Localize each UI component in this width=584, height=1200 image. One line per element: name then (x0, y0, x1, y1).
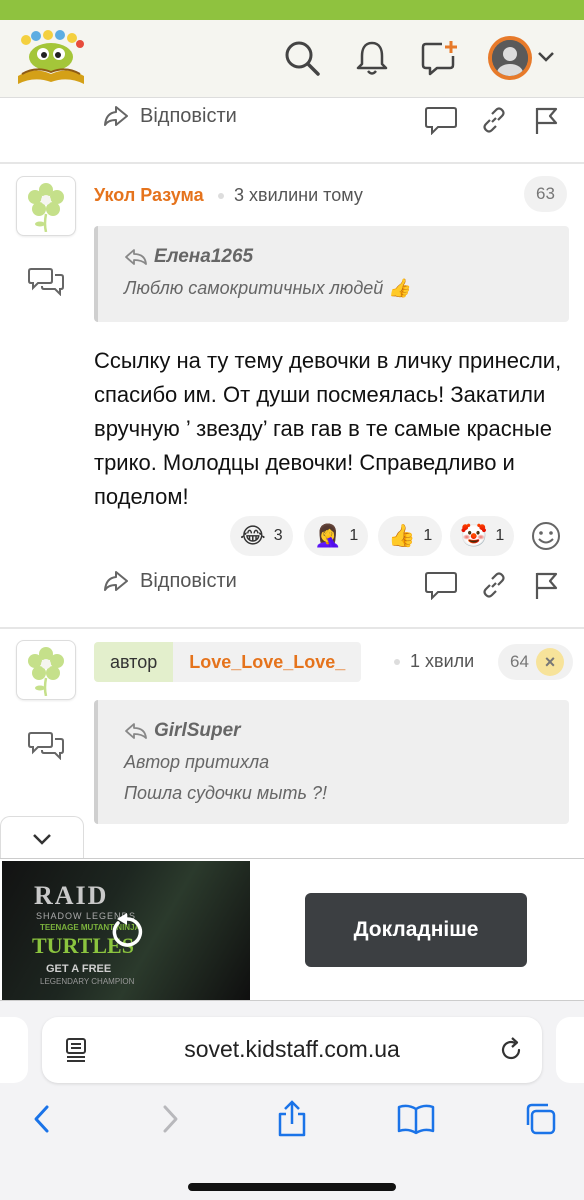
site-header (0, 20, 584, 98)
quote-author-line: Елена1265 (124, 246, 569, 268)
reload-icon[interactable] (498, 1037, 524, 1063)
ad-title: RAID (34, 881, 109, 910)
quote-text: Люблю самокритичных людей 👍 (124, 278, 411, 298)
reaction-count: 1 (495, 527, 505, 544)
ad-offer-sub: LEGENDARY CHAMPION (40, 977, 135, 986)
reply-arrow-icon (104, 571, 128, 591)
close-icon[interactable]: × (536, 648, 564, 676)
separator-dot (218, 193, 224, 199)
ad-banner: RAID SHADOW LEGENDS TEENAGE MUTANT NINJA… (0, 858, 584, 1001)
quote-author[interactable]: GirlSuper (154, 720, 241, 742)
comment-author[interactable]: Love_Love_Love_ (173, 642, 362, 682)
browser-toolbar: sovet.kidstaff.com.ua (0, 1001, 584, 1200)
address-bar[interactable]: sovet.kidstaff.com.ua (42, 1017, 542, 1083)
thumbs-up-emoji: 👍 (388, 523, 416, 548)
reaction-count: 1 (423, 527, 433, 544)
next-tab-card[interactable] (556, 1017, 584, 1083)
comment-body: Ссылку на ту тему девочки в личку принес… (94, 348, 562, 509)
comment-time: 3 хвилини тому (234, 185, 363, 205)
add-reaction-icon[interactable] (530, 520, 562, 552)
previous-tab-card[interactable] (0, 1017, 28, 1083)
quote-author[interactable]: Елена1265 (154, 246, 253, 268)
clown-emoji: 🤡 (460, 523, 488, 548)
quote-author-line: GirlSuper (124, 720, 569, 742)
comment-author[interactable]: Укол Разума (94, 185, 204, 206)
comment-time: 1 хвили (410, 651, 475, 671)
ad-video[interactable]: RAID SHADOW LEGENDS TEENAGE MUTANT NINJA… (2, 861, 250, 1000)
separator-dot (394, 659, 400, 665)
private-message-icon[interactable] (28, 730, 64, 761)
divider (0, 627, 584, 629)
reply-label: Відповісти (140, 569, 237, 592)
home-indicator (188, 1183, 396, 1191)
author-tag-label: автор (94, 642, 174, 682)
new-message-icon[interactable] (420, 38, 460, 78)
author-tag: автор Love_Love_Love_ (94, 642, 362, 682)
link-icon[interactable] (476, 104, 512, 136)
author-avatar[interactable] (16, 176, 76, 236)
quote-text: Автор притихла (124, 752, 270, 772)
top-accent-strip (0, 0, 584, 20)
reply-arrow-icon (125, 249, 147, 265)
reaction-thumbs-up[interactable]: 👍 1 (378, 516, 443, 556)
chevron-down-icon (33, 833, 51, 845)
quote-block: GirlSuper Автор притихла Пошла судочки м… (94, 700, 569, 824)
laugh-emoji: 😂 (240, 523, 266, 548)
search-icon[interactable] (282, 38, 322, 78)
replay-icon[interactable] (106, 911, 148, 953)
divider (0, 162, 584, 164)
reaction-facepalm[interactable]: 🤦‍♀️ 1 (304, 516, 369, 556)
quote-text: Пошла судочки мыть ?! (124, 783, 327, 803)
comment-number[interactable]: 63 (524, 176, 567, 212)
link-icon[interactable] (476, 569, 512, 601)
chevron-down-icon[interactable] (536, 50, 556, 69)
flag-icon[interactable] (528, 569, 564, 601)
forward-icon[interactable] (148, 1097, 192, 1141)
author-avatar[interactable] (16, 640, 76, 700)
back-icon[interactable] (20, 1097, 64, 1141)
reaction-laugh[interactable]: 😂 3 (230, 516, 293, 556)
quote-block: Елена1265 Люблю самокритичных людей 👍 (94, 226, 569, 322)
flag-icon[interactable] (528, 104, 564, 136)
comment-icon[interactable] (423, 569, 459, 601)
url-text: sovet.kidstaff.com.ua (184, 1036, 400, 1062)
previous-comment-actions: Відповісти (0, 100, 584, 140)
share-icon[interactable] (270, 1097, 314, 1141)
reply-label: Відповісти (140, 104, 237, 127)
private-message-icon[interactable] (28, 266, 64, 297)
bell-icon[interactable] (352, 38, 392, 78)
collapse-ad-button[interactable] (0, 816, 84, 860)
ad-cta-button[interactable]: Докладніше (305, 893, 527, 967)
reply-button[interactable]: Відповісти (102, 104, 237, 128)
bookmarks-icon[interactable] (394, 1097, 438, 1141)
ad-offer: GET A FREE (46, 963, 112, 975)
reactions-row: 😂 3 🤦‍♀️ 1 👍 1 🤡 1 (0, 516, 584, 556)
comment-icon[interactable] (423, 104, 459, 136)
user-avatar[interactable] (488, 36, 532, 80)
reply-arrow-icon (104, 106, 128, 126)
reply-arrow-icon (125, 723, 147, 739)
comment-actions: Відповісти (0, 565, 584, 605)
facepalm-emoji: 🤦‍♀️ (314, 523, 342, 548)
reply-button[interactable]: Відповісти (102, 569, 237, 593)
kidstaff-logo[interactable] (16, 30, 86, 86)
page: Відповісти Укол Разума 3 хвилини тому 63… (0, 0, 584, 1200)
reaction-count: 1 (349, 527, 359, 544)
tabs-icon[interactable] (518, 1097, 562, 1141)
reaction-count: 3 (273, 527, 283, 544)
reaction-clown[interactable]: 🤡 1 (450, 516, 515, 556)
